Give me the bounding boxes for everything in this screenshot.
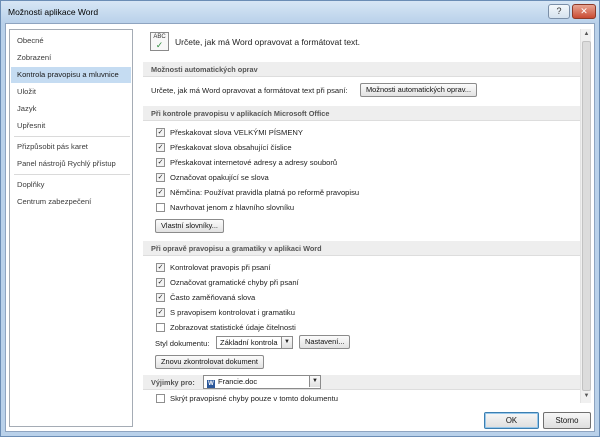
checkbox-label: Přeskakovat internetové adresy a adresy … [170, 158, 338, 167]
custom-dictionaries-button[interactable]: Vlastní slovníky... [155, 219, 224, 233]
cancel-button[interactable]: Storno [543, 412, 591, 429]
section-header-autocorrect: Možnosti automatických oprav [143, 62, 582, 77]
grammar-settings-button[interactable]: Nastavení... [299, 335, 351, 349]
sidebar-item-quick-access[interactable]: Panel nástrojů Rychlý přístup [11, 156, 131, 172]
checkbox-label: Němčina: Používat pravidla platná po ref… [170, 188, 360, 197]
checkbox-box[interactable]: ✓ [156, 278, 165, 287]
checkbox-box[interactable]: ✓ [156, 128, 165, 137]
exceptions-label: Výjimky pro: [151, 378, 195, 387]
sidebar-item-addins[interactable]: Doplňky [11, 177, 131, 193]
sidebar-item-proofing[interactable]: Kontrola pravopisu a mluvnice [11, 67, 131, 83]
checkbox-label: Označovat opakující se slova [170, 173, 269, 182]
checkbox-label: Zobrazovat statistické údaje čitelnosti [170, 323, 296, 332]
checkbox-label: Kontrolovat pravopis při psaní [170, 263, 271, 272]
sidebar-divider [14, 136, 130, 137]
sidebar-item-language[interactable]: Jazyk [11, 101, 131, 117]
writing-style-dropdown[interactable]: Základní kontrola ▼ [216, 336, 293, 349]
scrollbar-thumb[interactable] [582, 41, 591, 391]
checkbox-label: Navrhovat jenom z hlavního slovníku [170, 203, 295, 212]
checkbox-box[interactable]: ✓ [156, 173, 165, 182]
checkbox-box[interactable] [156, 203, 165, 212]
checkbox-label: S pravopisem kontrolovat i gramatiku [170, 308, 295, 317]
scroll-up-icon[interactable]: ▲ [582, 30, 591, 39]
checkbox-label: Skrýt pravopisné chyby pouze v tomto dok… [170, 394, 338, 403]
checkbox-box[interactable]: ✓ [156, 293, 165, 302]
panel-scrollbar[interactable]: ▲ ▼ [580, 29, 591, 403]
checkbox-label: Přeskakovat slova VELKÝMI PÍSMENY [170, 128, 303, 137]
exceptions-document-dropdown[interactable]: W Francie.doc ▼ [203, 375, 321, 389]
sidebar-item-general[interactable]: Obecné [11, 33, 131, 49]
checkbox-label: Často zaměňovaná slova [170, 293, 256, 302]
checkbox-box[interactable]: ✓ [156, 263, 165, 272]
section-header-office-proofing: Při kontrole pravopisu v aplikacích Micr… [143, 106, 582, 121]
sidebar-item-advanced[interactable]: Upřesnit [11, 118, 131, 134]
help-button[interactable]: ? [548, 4, 570, 19]
abc-check-icon: ABC ✓ [150, 32, 169, 51]
autocorrect-options-button[interactable]: Možnosti automatických oprav... [360, 83, 478, 97]
sidebar-item-customize-ribbon[interactable]: Přizpůsobit pás karet [11, 139, 131, 155]
chevron-down-icon[interactable]: ▼ [309, 376, 320, 387]
checkbox-box[interactable]: ✓ [156, 308, 165, 317]
checkbox-box[interactable]: ✓ [156, 158, 165, 167]
close-button[interactable]: ✕ [572, 4, 596, 19]
title-bar: Možnosti aplikace Word ? ✕ [1, 1, 599, 23]
autocorrect-description: Určete, jak má Word opravovat a formátov… [151, 86, 348, 95]
dialog-body: Obecné Zobrazení Kontrola pravopisu a ml… [5, 23, 595, 432]
writing-style-value: Základní kontrola [220, 338, 278, 347]
sidebar-item-display[interactable]: Zobrazení [11, 50, 131, 66]
checkbox-label: Přeskakovat slova obsahující číslice [170, 143, 292, 152]
category-list: Obecné Zobrazení Kontrola pravopisu a ml… [9, 29, 133, 427]
window-title: Možnosti aplikace Word [8, 7, 99, 17]
proofing-panel: ABC ✓ Určete, jak má Word opravovat a fo… [135, 29, 586, 403]
options-dialog: Možnosti aplikace Word ? ✕ Obecné Zobraz… [0, 0, 600, 437]
checkbox-box[interactable]: ✓ [156, 188, 165, 197]
ok-button[interactable]: OK [484, 412, 539, 429]
sidebar-item-trust-center[interactable]: Centrum zabezpečení [11, 194, 131, 210]
sidebar-item-save[interactable]: Uložit [11, 84, 131, 100]
checkbox-label: Označovat gramatické chyby při psaní [170, 278, 299, 287]
panel-description: Určete, jak má Word opravovat a formátov… [175, 37, 361, 47]
recheck-document-button[interactable]: Znovu zkontrolovat dokument [155, 355, 264, 369]
exceptions-document-value: Francie.doc [218, 377, 258, 386]
checkbox-box[interactable]: ✓ [156, 143, 165, 152]
writing-style-label: Styl dokumentu: [155, 339, 210, 348]
scroll-down-icon[interactable]: ▼ [582, 392, 591, 401]
checkbox-box[interactable] [156, 394, 165, 403]
sidebar-divider [14, 174, 130, 175]
section-header-word-proofing: Při opravě pravopisu a gramatiky v aplik… [143, 241, 582, 256]
checkbox-box[interactable] [156, 323, 165, 332]
chevron-down-icon[interactable]: ▼ [281, 337, 292, 348]
word-document-icon: W [207, 380, 215, 388]
